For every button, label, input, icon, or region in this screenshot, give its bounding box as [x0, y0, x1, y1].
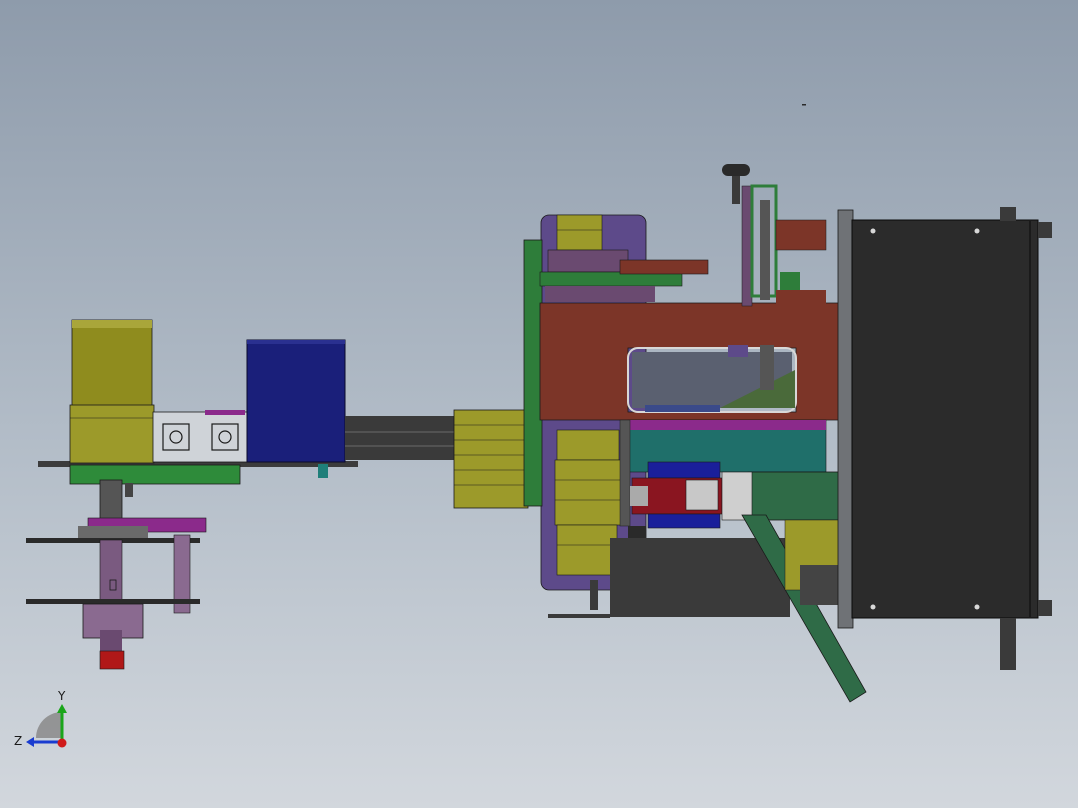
navy-control-box: [246, 339, 346, 463]
upper-slider-arm: [619, 259, 709, 275]
motor-cylinder: [71, 319, 153, 409]
red-end-cap: [99, 650, 125, 670]
left-motor-assembly[interactable]: [38, 319, 358, 485]
y-axis-label: Y: [57, 689, 66, 703]
motor-cylinder-shade: [72, 320, 152, 328]
green-vertical-plate: [523, 239, 543, 507]
lower-tray: [26, 599, 200, 604]
shaft-collar: [99, 479, 123, 521]
gripper-blue-top: [647, 461, 721, 479]
gripper-blue-bottom: [647, 513, 721, 529]
rail-body: [345, 416, 460, 460]
z-axis-label: Z: [14, 734, 22, 748]
motor-gearbox: [69, 404, 155, 464]
right-housing[interactable]: [851, 207, 1052, 670]
left-green-plate: [69, 464, 241, 485]
aluminium-profile: [152, 411, 249, 463]
grey-vertical-post: [837, 209, 854, 629]
coordinate-triad: Y Z: [14, 689, 67, 748]
top-rod-knob: [722, 164, 750, 176]
cad-viewport[interactable]: Y Z: [0, 0, 1078, 808]
x-axis-dot: [57, 738, 67, 748]
left-shaft-assembly[interactable]: [26, 479, 207, 670]
housing-panel: [851, 219, 1039, 619]
assembly-model[interactable]: Y Z: [0, 0, 1078, 808]
linear-rail[interactable]: [345, 409, 529, 509]
main-machine-body[interactable]: [523, 164, 867, 703]
